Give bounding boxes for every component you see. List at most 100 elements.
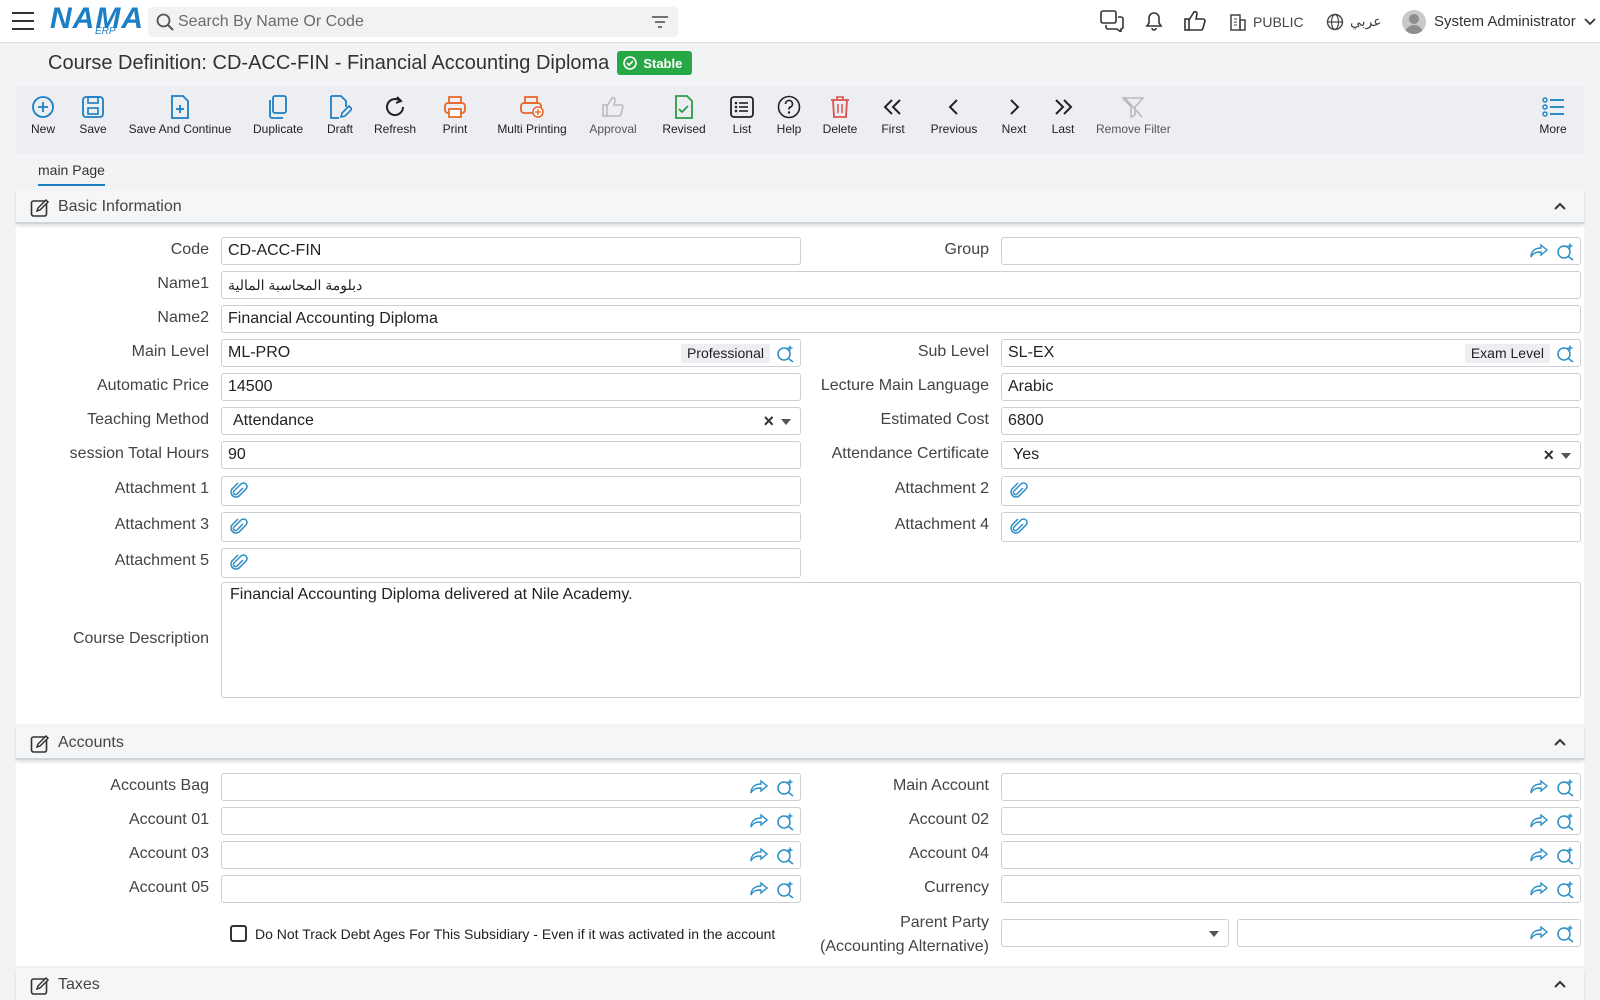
language-switch[interactable]: عربي [1326,0,1382,43]
revised-button[interactable]: Revised [661,92,707,136]
name2-field[interactable]: Financial Accounting Diploma [221,305,1581,333]
name1-field[interactable]: دبلومة المحاسبة المالية [221,271,1581,299]
parent-party-type-select[interactable] [1001,919,1229,947]
first-button[interactable]: First [878,92,908,136]
account03-field[interactable] [221,841,801,869]
help-button[interactable]: Help [774,92,804,136]
clear-icon[interactable]: × [1543,445,1554,466]
attachment2-field[interactable] [1001,476,1581,506]
automatic-price-field[interactable]: 14500 [221,373,801,401]
share-arrow-icon[interactable] [750,881,768,897]
chevron-up-icon[interactable] [1554,738,1566,746]
refresh-button[interactable]: Refresh [373,92,417,136]
search-plus-icon[interactable] [776,779,794,797]
lecture-language-field[interactable]: Arabic [1001,373,1581,401]
search-plus-icon[interactable] [1556,243,1574,261]
estimated-cost-field[interactable]: 6800 [1001,407,1581,435]
teaching-method-select[interactable]: Attendance × [221,407,801,435]
paperclip-icon[interactable] [230,554,248,572]
previous-button[interactable]: Previous [930,92,978,136]
search-plus-icon[interactable] [776,813,794,831]
attachment1-field[interactable] [221,476,801,506]
remove-filter-button[interactable]: Remove Filter [1096,92,1171,136]
share-arrow-icon[interactable] [1530,847,1548,863]
list-button[interactable]: List [729,92,755,136]
paperclip-icon[interactable] [1010,482,1028,500]
main-level-field[interactable]: ML-PRO Professional [221,339,801,367]
search-plus-icon[interactable] [776,847,794,865]
currency-field[interactable] [1001,875,1581,903]
search-plus-icon[interactable] [1556,847,1574,865]
next-button[interactable]: Next [1000,92,1028,136]
filter-icon[interactable] [652,15,668,29]
account04-field[interactable] [1001,841,1581,869]
menu-icon[interactable] [12,12,34,30]
search-plus-icon[interactable] [1556,881,1574,899]
search-plus-icon[interactable] [1556,779,1574,797]
main-account-field[interactable] [1001,773,1581,801]
session-hours-field[interactable]: 90 [221,441,801,469]
print-button[interactable]: Print [440,92,470,136]
more-button[interactable]: More [1538,92,1568,136]
share-arrow-icon[interactable] [1530,813,1548,829]
basic-information-header[interactable]: Basic Information [16,190,1584,224]
attachment5-field[interactable] [221,548,801,578]
account02-field[interactable] [1001,807,1581,835]
chevron-up-icon[interactable] [1554,202,1566,210]
share-arrow-icon[interactable] [1530,925,1548,941]
code-field[interactable]: CD-ACC-FIN [221,237,801,265]
search-plus-icon[interactable] [1556,813,1574,831]
search-plus-icon[interactable] [1556,345,1574,363]
draft-button[interactable]: Draft [325,92,355,136]
share-arrow-icon[interactable] [1530,243,1548,259]
search-plus-icon[interactable] [776,345,794,363]
attachment4-field[interactable] [1001,512,1581,542]
sub-level-field[interactable]: SL-EX Exam Level [1001,339,1581,367]
user-menu[interactable]: System Administrator [1402,0,1596,43]
last-button[interactable]: Last [1048,92,1078,136]
accounts-header[interactable]: Accounts [16,726,1584,760]
account05-field[interactable] [221,875,801,903]
chevron-up-icon[interactable] [1554,980,1566,988]
duplicate-label: Duplicate [252,122,304,136]
main-account-label: Main Account [892,777,989,794]
debt-ages-checkbox[interactable] [230,925,247,942]
dropdown-caret-icon[interactable] [1209,931,1219,937]
dropdown-caret-icon[interactable] [781,419,791,425]
thumbs-up-icon[interactable] [1184,10,1206,32]
save-and-continue-button[interactable]: Save And Continue [128,92,232,136]
draft-label: Draft [326,122,353,136]
clear-icon[interactable]: × [763,411,774,432]
delete-button[interactable]: Delete [822,92,858,136]
group-field[interactable] [1001,237,1581,265]
account01-field[interactable] [221,807,801,835]
paperclip-icon[interactable] [230,482,248,500]
public-branch[interactable]: PUBLIC [1229,0,1304,43]
search-plus-icon[interactable] [1556,925,1574,943]
share-arrow-icon[interactable] [1530,881,1548,897]
share-arrow-icon[interactable] [750,779,768,795]
dropdown-caret-icon[interactable] [1561,453,1571,459]
chat-icon[interactable] [1100,10,1124,32]
accounts-bag-field[interactable] [221,773,801,801]
course-description-textarea[interactable]: Financial Accounting Diploma delivered a… [221,582,1581,698]
paperclip-icon[interactable] [230,518,248,536]
parent-party-field[interactable] [1237,919,1581,947]
paperclip-icon[interactable] [1010,518,1028,536]
multi-printing-button[interactable]: Multi Printing [495,92,569,136]
bell-icon[interactable] [1143,10,1165,32]
search-plus-icon[interactable] [776,881,794,899]
taxes-header[interactable]: Taxes [16,968,1584,1000]
save-button[interactable]: Save [78,92,108,136]
new-button[interactable]: New [30,92,56,136]
share-arrow-icon[interactable] [750,813,768,829]
share-arrow-icon[interactable] [750,847,768,863]
share-arrow-icon[interactable] [1530,779,1548,795]
duplicate-button[interactable]: Duplicate [252,92,304,136]
attachment3-field[interactable] [221,512,801,542]
tab-main-page[interactable]: main Page [38,162,105,186]
print-label: Print [442,122,468,136]
approval-button[interactable]: Approval [588,92,638,136]
attendance-certificate-select[interactable]: Yes × [1001,441,1581,469]
search-input[interactable] [178,7,638,37]
